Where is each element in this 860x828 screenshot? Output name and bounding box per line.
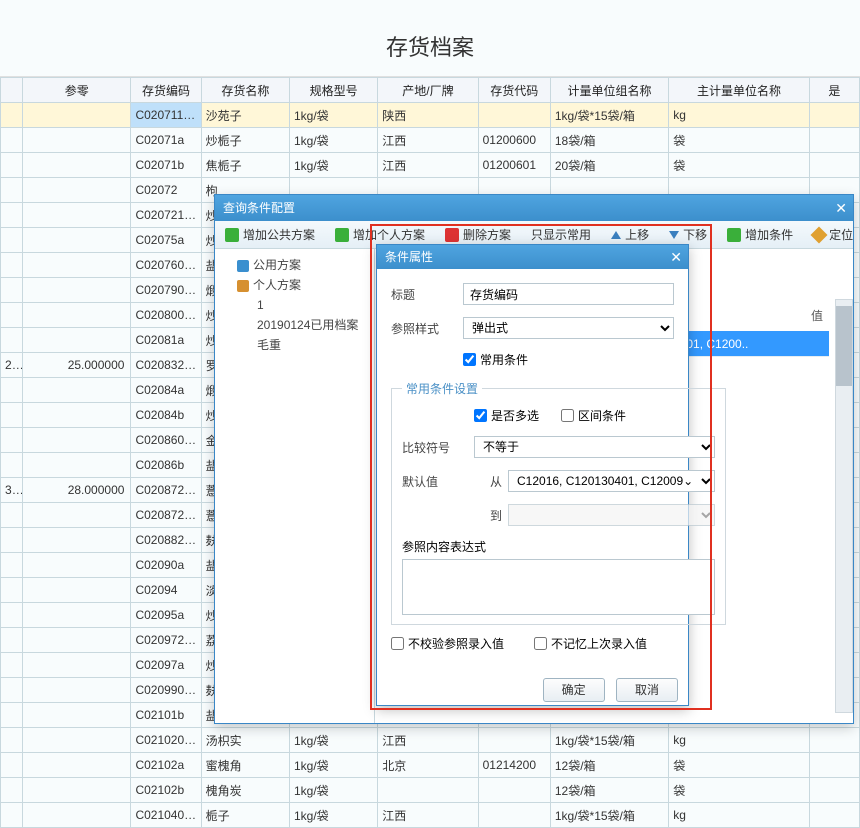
dlg1-title[interactable]: 查询条件配置 ✕ [215, 195, 853, 221]
refexpr-textarea[interactable] [402, 559, 715, 615]
pin-icon [811, 226, 828, 243]
col-4[interactable]: 产地/厂牌 [378, 78, 478, 103]
add-condition-button[interactable]: 增加条件 [721, 224, 799, 245]
title-input[interactable] [463, 283, 674, 305]
table-row[interactable]: C021040901栀子1kg/袋江西1kg/袋*15袋/箱kg [1, 803, 860, 828]
scrollbar[interactable] [835, 299, 853, 713]
label-refexpr: 参照内容表达式 [402, 538, 486, 555]
legend-common: 常用条件设置 [402, 380, 482, 397]
prop-row-default[interactable]: 0401, C1200.. [673, 331, 829, 357]
table-row[interactable]: C02102a蜜槐角1kg/袋北京0121420012袋/箱袋 [1, 753, 860, 778]
plus-icon [335, 228, 349, 242]
label-refstyle: 参照样式 [391, 320, 463, 337]
label-title: 标题 [391, 286, 463, 303]
delete-scheme-button[interactable]: 删除方案 [439, 224, 517, 245]
refstyle-select[interactable]: 弹出式 [463, 317, 674, 339]
tree-item-weight[interactable]: 毛重 [219, 335, 370, 355]
tree-item-1[interactable]: 1 [219, 295, 370, 315]
noremember-checkbox[interactable]: 不记忆上次录入值 [534, 635, 647, 652]
range-checkbox[interactable]: 区间条件 [561, 407, 626, 424]
common-checkbox[interactable]: 常用条件 [463, 351, 528, 368]
add-public-scheme-button[interactable]: 增加公共方案 [219, 224, 321, 245]
ok-button[interactable]: 确定 [543, 678, 605, 702]
move-down-button[interactable]: 下移 [663, 224, 713, 245]
condition-property-dialog: 条件属性 ✕ 标题 参照样式 弹出式 常用条件 常用条件设置 是否多选 区间条件… [376, 244, 689, 706]
multi-checkbox[interactable]: 是否多选 [474, 407, 539, 424]
scroll-thumb[interactable] [836, 306, 852, 386]
page-title: 存货档案 [0, 0, 860, 77]
arrow-down-icon [669, 231, 679, 239]
show-common-button[interactable]: 只显示常用 [525, 224, 597, 245]
col-0[interactable]: 参零 [23, 78, 131, 103]
table-row[interactable]: C02102b槐角炭1kg/袋12袋/箱袋 [1, 778, 860, 803]
arrow-up-icon [611, 231, 621, 239]
default-to-select[interactable] [508, 504, 715, 526]
col-5[interactable]: 存货代码 [478, 78, 550, 103]
table-row[interactable]: C02071a炒栀子1kg/袋江西0120060018袋/箱袋 [1, 128, 860, 153]
table-row[interactable]: C020711301沙苑子1kg/袋陕西1kg/袋*15袋/箱kg [1, 103, 860, 128]
col-8[interactable]: 是 [809, 78, 859, 103]
move-up-button[interactable]: 上移 [605, 224, 655, 245]
compare-select[interactable]: 不等于 [474, 436, 715, 458]
plus-icon [225, 228, 239, 242]
col-6[interactable]: 计量单位组名称 [550, 78, 668, 103]
add-personal-scheme-button[interactable]: 增加个人方案 [329, 224, 431, 245]
scheme-tree: 公用方案 个人方案 1 20190124已用档案 毛重 [215, 249, 375, 723]
tree-personal-schemes[interactable]: 个人方案 [219, 275, 370, 295]
prop-label-value: 值 [811, 307, 823, 324]
label-to: 到 [474, 507, 508, 524]
cancel-button[interactable]: 取消 [616, 678, 678, 702]
folder-icon [237, 260, 249, 272]
col-2[interactable]: 存货名称 [201, 78, 289, 103]
table-row[interactable]: C021020901汤枳实1kg/袋江西1kg/袋*15袋/箱kg [1, 728, 860, 753]
col-7[interactable]: 主计量单位名称 [669, 78, 809, 103]
delete-icon [445, 228, 459, 242]
table-row[interactable]: C02071b焦栀子1kg/袋江西0120060120袋/箱袋 [1, 153, 860, 178]
person-icon [237, 280, 249, 292]
close-icon[interactable]: ✕ [670, 245, 682, 269]
label-compare: 比较符号 [402, 439, 474, 456]
tree-item-archive[interactable]: 20190124已用档案 [219, 315, 370, 335]
label-default: 默认值 [402, 473, 474, 490]
col-1[interactable]: 存货编码 [131, 78, 201, 103]
dlg2-title-text: 条件属性 [385, 250, 433, 264]
locate-button[interactable]: 定位 [807, 224, 859, 245]
tree-public-schemes[interactable]: 公用方案 [219, 255, 370, 275]
dlg1-title-text: 查询条件配置 [223, 201, 295, 215]
dlg2-title[interactable]: 条件属性 ✕ [377, 245, 688, 269]
novalidate-checkbox[interactable]: 不校验参照录入值 [391, 635, 504, 652]
col-3[interactable]: 规格型号 [289, 78, 377, 103]
plus-icon [727, 228, 741, 242]
label-from: 从 [474, 473, 508, 490]
common-settings-group: 常用条件设置 是否多选 区间条件 比较符号 不等于 默认值 从 C12016, … [391, 380, 726, 625]
close-icon[interactable]: ✕ [835, 195, 847, 221]
default-from-select[interactable]: C12016, C120130401, C12009⌄ [508, 470, 715, 492]
